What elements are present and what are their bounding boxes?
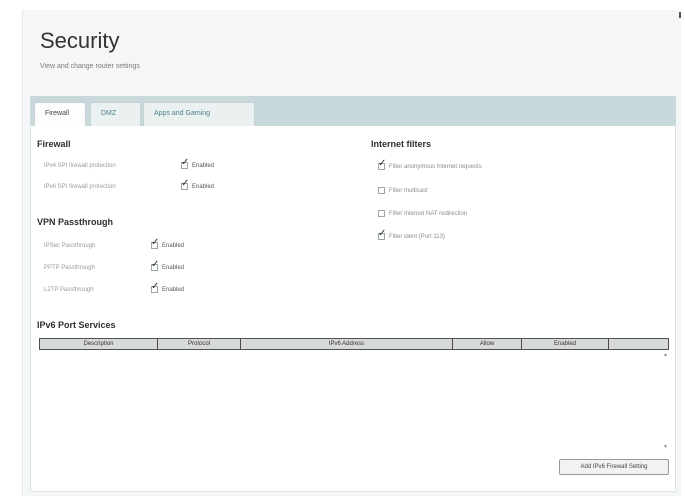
security-panel: Security View and change router settings… <box>22 10 681 496</box>
column-header-enabled[interactable]: Enabled <box>522 339 608 349</box>
check-mark-icon: ✓ <box>151 237 160 248</box>
filter-anonymous-label: Filter anonymous Internet requests <box>389 164 482 170</box>
column-divider <box>608 339 609 349</box>
firewall-section-title: Firewall <box>37 139 71 149</box>
add-ipv6-firewall-setting-button[interactable]: Add IPv6 Firewall Setting <box>559 459 669 475</box>
vpn-section-title: VPN Passthrough <box>37 217 114 227</box>
internet-filters-title: Internet filters <box>371 139 432 149</box>
l2tp-label: L2TP Passthrough <box>44 287 94 293</box>
ipv6-spi-enabled-text: Enabled <box>192 184 215 190</box>
filter-ident-checkbox[interactable]: ✓ <box>378 229 386 240</box>
window-edge-marker <box>679 12 681 18</box>
scroll-down-arrow-icon[interactable]: ▼ <box>663 444 668 450</box>
l2tp-checkbox[interactable]: ✓ <box>151 282 159 293</box>
ipsec-enabled-text: Enabled <box>162 243 185 249</box>
pptp-checkbox[interactable]: ✓ <box>151 260 159 271</box>
ipsec-label: IPSec Passthrough <box>44 243 96 249</box>
scroll-up-arrow-icon[interactable]: ▲ <box>663 352 668 358</box>
filter-multicast-checkbox[interactable] <box>378 187 385 194</box>
ipv4-spi-checkbox[interactable]: ✓ <box>181 158 189 169</box>
page-subtitle: View and change router settings <box>40 63 140 70</box>
ipv6-spi-label: IPv6 SPI firewall protection <box>44 184 116 190</box>
check-mark-icon: ✓ <box>181 157 190 168</box>
page-header: Security View and change router settings <box>23 10 681 92</box>
pptp-enabled-text: Enabled <box>162 265 185 271</box>
column-header-description[interactable]: Description <box>40 339 157 349</box>
l2tp-enabled-text: Enabled <box>162 287 185 293</box>
filter-multicast-label: Filter multicast <box>389 188 428 194</box>
check-mark-icon: ✓ <box>151 259 160 270</box>
ipv4-spi-enabled-text: Enabled <box>192 163 215 169</box>
tab-bar: Firewall DMZ Apps and Gaming <box>30 96 676 126</box>
column-header-protocol[interactable]: Protocol <box>158 339 240 349</box>
column-header-ipv6-address[interactable]: IPv6 Address <box>241 339 452 349</box>
ipv6-port-services-title: IPv6 Port Services <box>37 320 116 330</box>
tab-apps-and-gaming[interactable]: Apps and Gaming <box>143 102 255 126</box>
check-mark-icon: ✓ <box>151 281 160 292</box>
tab-dmz[interactable]: DMZ <box>90 102 141 126</box>
ipsec-checkbox[interactable]: ✓ <box>151 238 159 249</box>
ipv4-spi-label: IPv4 SPI firewall protection <box>44 163 116 169</box>
filter-anonymous-checkbox[interactable]: ✓ <box>378 159 386 170</box>
ipv6-table-header: Description Protocol IPv6 Address Allow … <box>39 338 669 350</box>
column-header-allow[interactable]: Allow <box>453 339 521 349</box>
check-mark-icon: ✓ <box>378 228 387 239</box>
tab-content: Firewall IPv4 SPI firewall protection ✓ … <box>30 126 676 492</box>
tab-firewall[interactable]: Firewall <box>34 102 86 126</box>
filter-nat-redirection-label: Filter Internet NAT redirection <box>389 211 468 217</box>
ipv6-spi-checkbox[interactable]: ✓ <box>181 179 189 190</box>
check-mark-icon: ✓ <box>378 158 387 169</box>
check-mark-icon: ✓ <box>181 178 190 189</box>
table-scrollbar[interactable]: ▲ ▼ <box>663 352 669 452</box>
pptp-label: PPTP Passthrough <box>44 265 95 271</box>
filter-nat-redirection-checkbox[interactable] <box>378 210 385 217</box>
page-title: Security <box>40 28 120 53</box>
filter-ident-label: Filter ident (Port 113) <box>389 234 445 240</box>
